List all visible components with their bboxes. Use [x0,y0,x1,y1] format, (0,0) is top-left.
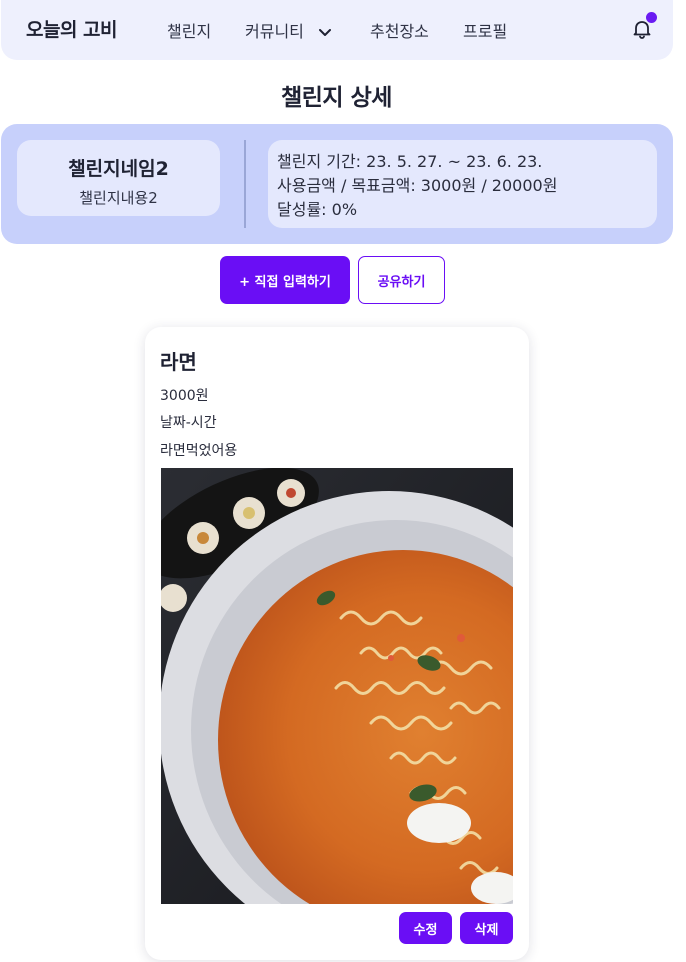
edit-button[interactable]: 수정 [399,912,452,944]
record-amount: 3000원 [160,388,209,404]
nav-recommended-places[interactable]: 추천장소 [370,18,429,42]
share-button[interactable]: 공유하기 [358,256,445,304]
challenge-achievement: 달성률: 0% [277,200,358,219]
top-navbar: 오늘의 고비 챌린지 커뮤니티 추천장소 프로필 [1,0,673,60]
record-title: 라면 [160,350,197,374]
challenge-amounts: 사용금액 / 목표금액: 3000원 / 20000원 [277,176,558,195]
nav-challenge[interactable]: 챌린지 [167,18,211,42]
nav-community[interactable]: 커뮤니티 [245,18,331,42]
panel-divider [244,140,246,228]
delete-button[interactable]: 삭제 [460,912,513,944]
record-datetime: 날짜-시간 [160,415,217,431]
ramen-photo [161,468,513,904]
challenge-name: 챌린지네임2 [68,158,169,180]
add-entry-button[interactable]: + 직접 입력하기 [220,256,350,304]
challenge-description: 챌린지내용2 [79,189,158,207]
nav-community-label: 커뮤니티 [245,22,304,41]
challenge-period: 챌린지 기간: 23. 5. 27. ~ 23. 6. 23. [277,152,543,171]
challenge-name-card: 챌린지네임2 챌린지내용2 [17,140,220,216]
page-title: 챌린지 상세 [281,85,392,111]
chevron-down-icon[interactable] [318,28,331,37]
nav-profile[interactable]: 프로필 [463,18,507,42]
brand-logo[interactable]: 오늘의 고비 [26,15,118,42]
challenge-info-card: 챌린지 기간: 23. 5. 27. ~ 23. 6. 23. 사용금액 / 목… [268,140,657,228]
notification-dot [646,12,657,23]
record-memo: 라면먹었어용 [160,443,238,459]
